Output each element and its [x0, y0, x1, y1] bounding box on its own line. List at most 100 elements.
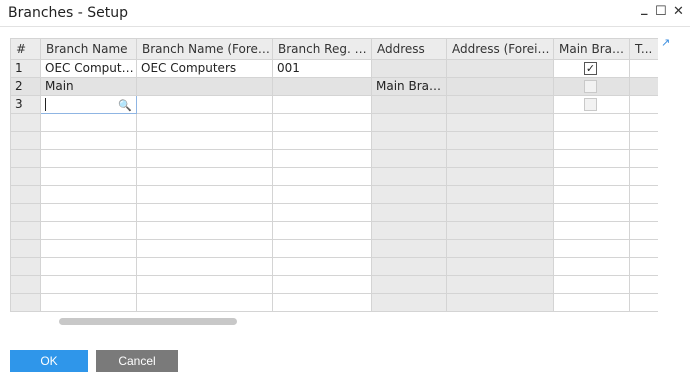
col-header-branch-name-foreign[interactable]: Branch Name (Foreign): [136, 38, 273, 60]
empty-cell: [136, 185, 273, 204]
branch-name-cell[interactable]: OEC Computers: [40, 59, 137, 78]
col-header-row-number[interactable]: #: [10, 38, 41, 60]
empty-cell: [136, 203, 273, 222]
truncated-cell[interactable]: [629, 59, 658, 78]
empty-cell: [446, 221, 554, 240]
empty-row: [10, 113, 658, 132]
table-row[interactable]: 2 Main Main Branch: [10, 77, 658, 96]
col-header-truncated[interactable]: T...: [629, 38, 658, 60]
empty-cell: [629, 257, 658, 276]
empty-row: [10, 221, 658, 240]
main-branch-checkbox[interactable]: [584, 98, 597, 111]
branch-reg-no-cell[interactable]: [272, 95, 372, 114]
title-bar: Branches - Setup _ ☐ ✕: [0, 0, 690, 26]
empty-cell: [10, 203, 41, 222]
branch-name-foreign-cell[interactable]: [136, 77, 273, 96]
col-header-branch-name[interactable]: Branch Name: [40, 38, 137, 60]
empty-cell: [136, 113, 273, 132]
empty-cell: [10, 185, 41, 204]
col-header-branch-reg-no[interactable]: Branch Reg. No.: [272, 38, 372, 60]
empty-cell: [446, 113, 554, 132]
empty-cell: [446, 239, 554, 258]
empty-cell: [40, 221, 137, 240]
empty-cell: [272, 275, 372, 294]
empty-cell: [272, 203, 372, 222]
grid-header-row: # Branch Name Branch Name (Foreign) Bran…: [10, 38, 658, 60]
branch-reg-no-cell[interactable]: [272, 77, 372, 96]
empty-cell: [553, 293, 630, 312]
main-branch-checkbox[interactable]: ✓: [584, 62, 597, 75]
empty-cell: [40, 293, 137, 312]
minimize-icon[interactable]: _: [641, 1, 648, 17]
table-row[interactable]: 1 OEC Computers OEC Computers 001 ✓: [10, 59, 658, 78]
expand-arrow-icon[interactable]: ↗: [661, 37, 671, 48]
empty-cell: [10, 239, 41, 258]
empty-cell: [629, 167, 658, 186]
row-number[interactable]: 3: [10, 95, 41, 114]
truncated-cell[interactable]: [629, 77, 658, 96]
close-icon[interactable]: ✕: [673, 4, 684, 20]
empty-cell: [40, 257, 137, 276]
row-number[interactable]: 2: [10, 77, 41, 96]
main-branch-cell[interactable]: ✓: [553, 59, 630, 78]
empty-cell: [272, 257, 372, 276]
address-cell: [371, 95, 447, 114]
branch-name-foreign-cell[interactable]: [136, 95, 273, 114]
empty-cell: [10, 113, 41, 132]
horizontal-scrollbar[interactable]: [59, 318, 237, 325]
empty-row: [10, 167, 658, 186]
empty-cell: [553, 167, 630, 186]
empty-cell: [10, 275, 41, 294]
empty-cell: [40, 203, 137, 222]
empty-cell: [553, 131, 630, 150]
branch-reg-no-cell[interactable]: 001: [272, 59, 372, 78]
empty-cell: [40, 131, 137, 150]
main-branch-cell[interactable]: [553, 77, 630, 96]
row-number[interactable]: 1: [10, 59, 41, 78]
empty-row: [10, 239, 658, 258]
empty-cell: [272, 221, 372, 240]
empty-cell: [136, 131, 273, 150]
empty-cell: [553, 257, 630, 276]
empty-row: [10, 275, 658, 294]
empty-cell: [553, 185, 630, 204]
branch-name-input[interactable]: 🔍: [40, 95, 137, 114]
empty-cell: [272, 293, 372, 312]
col-header-address-foreign[interactable]: Address (Foreign): [446, 38, 554, 60]
empty-cell: [136, 293, 273, 312]
magnifier-icon[interactable]: 🔍: [118, 97, 132, 113]
empty-cell: [629, 131, 658, 150]
main-branch-checkbox[interactable]: [584, 80, 597, 93]
window-title: Branches - Setup: [8, 5, 128, 21]
empty-cell: [371, 167, 447, 186]
empty-row: [10, 185, 658, 204]
main-branch-cell[interactable]: [553, 95, 630, 114]
empty-cell: [371, 131, 447, 150]
empty-cell: [446, 257, 554, 276]
col-header-main-branch[interactable]: Main Branch: [553, 38, 630, 60]
table-row[interactable]: 3 🔍: [10, 95, 658, 114]
empty-cell: [136, 257, 273, 276]
empty-cell: [629, 275, 658, 294]
ok-button[interactable]: OK: [10, 350, 88, 372]
empty-cell: [629, 239, 658, 258]
empty-cell: [371, 257, 447, 276]
empty-cell: [371, 149, 447, 168]
branch-name-foreign-cell[interactable]: OEC Computers: [136, 59, 273, 78]
empty-cell: [272, 239, 372, 258]
empty-cell: [371, 275, 447, 294]
empty-cell: [553, 275, 630, 294]
maximize-icon[interactable]: ☐: [655, 4, 667, 20]
empty-cell: [40, 185, 137, 204]
address-foreign-cell: [446, 59, 554, 78]
empty-row: [10, 257, 658, 276]
empty-cell: [272, 149, 372, 168]
empty-cell: [446, 203, 554, 222]
empty-cell: [136, 149, 273, 168]
cancel-button[interactable]: Cancel: [96, 350, 178, 372]
empty-cell: [10, 221, 41, 240]
branch-name-cell[interactable]: Main: [40, 77, 137, 96]
truncated-cell[interactable]: [629, 95, 658, 114]
empty-cell: [371, 203, 447, 222]
col-header-address[interactable]: Address: [371, 38, 447, 60]
